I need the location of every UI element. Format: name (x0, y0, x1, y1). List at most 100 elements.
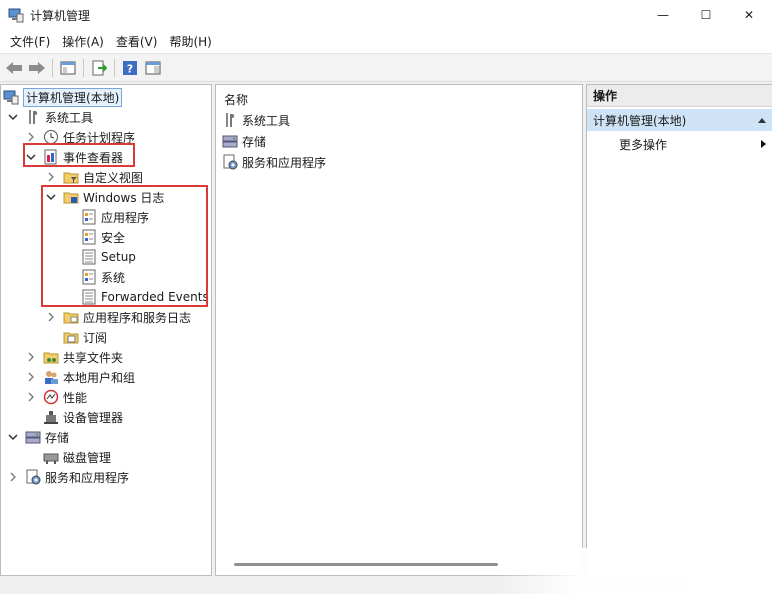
chevron-right-icon[interactable] (25, 371, 37, 383)
toolbar-separator (52, 58, 53, 77)
tree-label-root: 计算机管理(本地) (23, 87, 123, 107)
list-label: 存储 (242, 134, 267, 149)
tree-label-disk-management: 磁盘管理 (63, 450, 112, 465)
list-item-storage[interactable]: 存储 (222, 131, 266, 151)
chevron-right-icon[interactable] (7, 471, 19, 483)
forward-arrow-icon (29, 61, 45, 74)
services-icon (223, 154, 238, 170)
folder-filter-icon (63, 172, 79, 184)
collapse-up-icon[interactable] (757, 116, 767, 124)
tree-label-storage: 存储 (45, 430, 70, 445)
chevron-down-icon[interactable] (7, 431, 19, 443)
action-pane-icon (145, 61, 161, 74)
menu-action[interactable]: 操作(A) (56, 33, 110, 50)
list-item-system-tools[interactable]: 系统工具 (222, 110, 290, 130)
tree-item-custom-views[interactable]: 自定义视图 (45, 167, 143, 187)
tools-icon (226, 113, 235, 127)
device-manager-icon (44, 411, 58, 424)
chevron-right-icon[interactable] (25, 391, 37, 403)
forward-button[interactable] (27, 58, 47, 78)
chevron-right-icon[interactable] (45, 171, 57, 183)
users-icon (45, 371, 58, 384)
corner-overlay (496, 548, 772, 594)
folder-icon (63, 312, 79, 324)
disk-icon (43, 453, 59, 464)
toolbar-separator (83, 58, 84, 77)
tree-item-local-users[interactable]: 本地用户和组 (25, 367, 135, 387)
tree-item-storage[interactable]: 存储 (7, 427, 69, 447)
column-header-name[interactable]: 名称 (224, 91, 248, 108)
horizontal-scrollbar[interactable] (234, 563, 498, 566)
tree-label-services-apps: 服务和应用程序 (45, 470, 130, 485)
close-icon: ✕ (743, 8, 755, 22)
svg-text:?: ? (127, 62, 133, 75)
computer-management-icon (8, 8, 24, 23)
maximize-button[interactable]: ☐ (683, 0, 729, 30)
toolbar-separator (114, 58, 115, 77)
export-icon (92, 60, 107, 75)
console-tree: 计算机管理(本地) 系统工具 任务计划程序 事件查看器 自定义视图 Window… (0, 84, 212, 576)
tree-item-system-tools[interactable]: 系统工具 (7, 107, 93, 127)
back-button[interactable] (4, 58, 24, 78)
maximize-icon: ☐ (700, 8, 712, 22)
window-title: 计算机管理 (30, 8, 91, 23)
list-item-services-apps[interactable]: 服务和应用程序 (222, 152, 326, 172)
show-hide-tree-button[interactable] (58, 58, 78, 78)
help-icon: ? (123, 60, 137, 75)
tree-label-system-tools: 系统工具 (45, 110, 94, 125)
list-label: 服务和应用程序 (242, 155, 327, 170)
tree-item-shared-folders[interactable]: 共享文件夹 (25, 347, 123, 367)
close-button[interactable]: ✕ (726, 0, 772, 30)
actions-title: 操作 (593, 89, 618, 103)
tree-label-performance: 性能 (63, 390, 88, 405)
actions-pane: 操作 计算机管理(本地) 更多操作 (586, 84, 772, 576)
tree-label-local-users: 本地用户和组 (63, 370, 136, 385)
tree-item-app-service-logs[interactable]: 应用程序和服务日志 (45, 307, 191, 327)
menu-file[interactable]: 文件(F) (4, 33, 56, 50)
actions-header: 操作 (587, 85, 772, 107)
menu-view[interactable]: 查看(V) (110, 33, 164, 50)
help-button[interactable]: ? (120, 58, 140, 78)
menu-bar: 文件(F) 操作(A) 查看(V) 帮助(H) (0, 30, 772, 54)
subscriptions-icon (63, 332, 79, 344)
minimize-button[interactable]: — (640, 0, 686, 30)
tree-item-root[interactable]: 计算机管理(本地) (3, 87, 123, 107)
tree-item-disk-management[interactable]: 磁盘管理 (43, 447, 111, 467)
export-list-button[interactable] (89, 58, 109, 78)
back-arrow-icon (6, 61, 22, 74)
actions-group-computer-management[interactable]: 计算机管理(本地) (587, 109, 772, 131)
shared-folder-icon (43, 352, 59, 364)
tree-item-device-manager[interactable]: 设备管理器 (43, 407, 123, 427)
tree-label-shared-folders: 共享文件夹 (63, 350, 124, 365)
tree-item-performance[interactable]: 性能 (25, 387, 87, 407)
chevron-down-icon[interactable] (7, 111, 19, 123)
more-actions-label: 更多操作 (619, 137, 668, 152)
menu-help[interactable]: 帮助(H) (163, 33, 217, 50)
tree-label-app-service-logs: 应用程序和服务日志 (83, 310, 192, 325)
highlight-windows-logs (41, 185, 208, 307)
details-pane: 名称 系统工具 存储 服务和应用程序 (215, 84, 583, 576)
submenu-arrow-icon (761, 140, 766, 148)
storage-icon (25, 431, 41, 444)
toolbar: ? (0, 54, 772, 82)
more-actions-item[interactable]: 更多操作 (587, 133, 772, 155)
minimize-icon: — (657, 8, 669, 22)
tree-item-subscriptions[interactable]: 订阅 (63, 327, 107, 347)
tree-label-subscriptions: 订阅 (83, 330, 108, 345)
console-tree-icon (60, 61, 76, 74)
tree-label-device-manager: 设备管理器 (63, 410, 124, 425)
tree-item-services-apps[interactable]: 服务和应用程序 (7, 467, 129, 487)
chevron-right-icon[interactable] (25, 131, 37, 143)
list-label: 系统工具 (242, 113, 291, 128)
services-icon (26, 469, 41, 485)
title-bar: 计算机管理 — ☐ ✕ (0, 0, 772, 30)
actions-group-label: 计算机管理(本地) (593, 113, 687, 128)
highlight-event-viewer (23, 143, 135, 167)
computer-management-icon (3, 90, 19, 105)
storage-icon (222, 135, 238, 148)
tree-label-custom-views: 自定义视图 (83, 170, 144, 185)
show-action-pane-button[interactable] (143, 58, 163, 78)
chevron-right-icon[interactable] (45, 311, 57, 323)
tools-icon (29, 110, 38, 124)
chevron-right-icon[interactable] (25, 351, 37, 363)
